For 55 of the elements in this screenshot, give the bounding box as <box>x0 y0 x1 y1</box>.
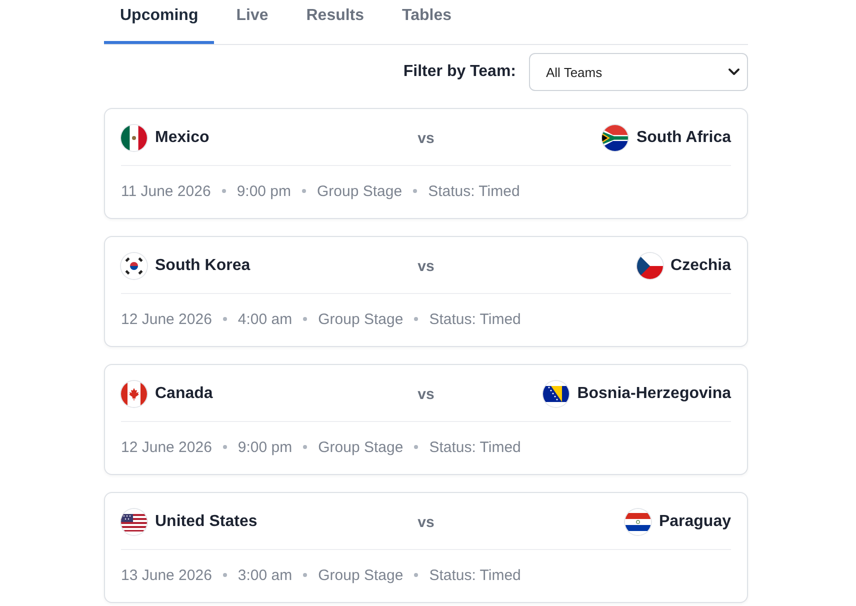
south-africa-flag-icon <box>602 125 628 151</box>
separator-dot-icon <box>303 573 308 577</box>
match-time: 3:00 am <box>238 566 292 584</box>
match-time: 9:00 pm <box>238 438 292 456</box>
bosnia-flag-icon <box>543 381 570 407</box>
filter-label: Filter by Team: <box>403 63 516 81</box>
versus-label: vs <box>418 514 434 530</box>
match-date: 12 June 2026 <box>121 310 212 328</box>
separator-dot-icon <box>413 189 418 193</box>
match-date: 11 June 2026 <box>121 182 211 200</box>
match-stage: Group Stage <box>318 310 404 328</box>
team-name: Canada <box>155 385 213 403</box>
separator-dot-icon <box>222 445 227 449</box>
separator-dot-icon <box>222 573 227 577</box>
match-status: Status: Timed <box>429 566 521 584</box>
tab[interactable]: Tables <box>386 0 468 44</box>
match-stage: Group Stage <box>317 182 402 200</box>
separator-dot-icon <box>303 317 308 321</box>
separator-dot-icon <box>414 445 418 449</box>
czech-flag-icon <box>636 253 663 279</box>
match-status: Status: Timed <box>429 438 521 456</box>
tab[interactable]: Upcoming <box>104 0 214 44</box>
match-date: 13 June 2026 <box>121 566 212 584</box>
team-name: Czechia <box>670 257 731 275</box>
team-name: South Korea <box>155 257 250 275</box>
versus-label: vs <box>418 130 434 146</box>
separator-dot-icon <box>222 189 226 193</box>
separator-dot-icon <box>222 317 227 321</box>
match-status: Status: Timed <box>428 182 520 200</box>
separator-dot-icon <box>303 445 308 449</box>
match-stage: Group Stage <box>318 438 404 456</box>
separator-dot-icon <box>414 317 418 321</box>
paraguay-flag-icon <box>624 509 651 535</box>
match-status: Status: Timed <box>429 310 521 328</box>
versus-label: vs <box>418 258 434 274</box>
usa-flag-icon <box>121 509 147 535</box>
team-filter-select[interactable]: All Teams <box>529 53 748 91</box>
separator-dot-icon <box>414 573 418 577</box>
chevron-down-icon <box>728 68 740 76</box>
match-time: 9:00 pm <box>236 182 292 200</box>
team-name: Bosnia-Herzegovina <box>577 385 731 403</box>
match-date: 12 June 2026 <box>121 438 212 456</box>
separator-dot-icon <box>302 189 306 193</box>
south-korea-flag-icon <box>121 253 147 279</box>
match-stage: Group Stage <box>318 566 404 584</box>
canada-flag-icon <box>121 381 147 407</box>
mexico-flag-icon <box>121 125 147 151</box>
team-name: United States <box>155 513 258 531</box>
team-name: Mexico <box>155 129 210 147</box>
tab[interactable]: Results <box>290 0 380 44</box>
versus-label: vs <box>418 386 434 402</box>
team-name: South Africa <box>636 129 731 147</box>
tab[interactable]: Live <box>220 0 284 44</box>
team-name: Paraguay <box>658 513 731 531</box>
match-time: 4:00 am <box>238 310 292 328</box>
